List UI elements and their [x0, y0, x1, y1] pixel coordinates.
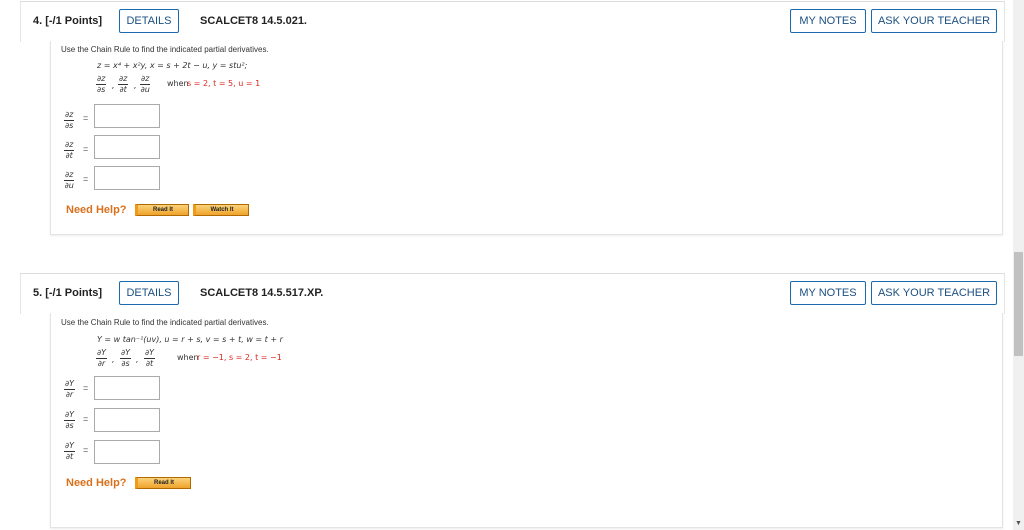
scroll-down-arrow-icon[interactable]: ▼ — [1015, 520, 1022, 527]
q5-read-it-button[interactable]: Read It — [135, 477, 191, 489]
q4-answer-dz-du[interactable] — [94, 166, 160, 190]
q4-read-it-button[interactable]: Read It — [135, 204, 189, 216]
q5-label-dY-ds: ∂Y ∂s — [64, 410, 76, 430]
q5-my-notes-button[interactable]: MY NOTES — [790, 281, 866, 305]
q4-target-dz-dt: ∂z ∂t — [118, 74, 129, 94]
q4-ask-teacher-button[interactable]: ASK YOUR TEACHER — [871, 9, 997, 33]
q5-number: 5. [-/1 Points] — [33, 287, 103, 299]
q4-body: Use the Chain Rule to find the indicated… — [50, 41, 1003, 235]
q4-answer-dz-dt[interactable] — [94, 135, 160, 159]
q4-watch-it-button[interactable]: Watch It — [193, 204, 249, 216]
q5-body: Use the Chain Rule to find the indicated… — [50, 313, 1003, 528]
q4-details-button[interactable]: DETAILS — [119, 9, 179, 33]
q4-target-dz-ds: ∂z ∂s — [96, 74, 107, 94]
q5-ask-teacher-button[interactable]: ASK YOUR TEACHER — [871, 281, 997, 305]
q5-target-dY-dt: ∂Y ∂t — [144, 348, 156, 368]
q5-instruction: Use the Chain Rule to find the indicated… — [61, 318, 269, 327]
page: 4. [-/1 Points] DETAILS SCALCET8 14.5.02… — [0, 0, 1013, 530]
q5-code: SCALCET8 14.5.517.XP. — [200, 287, 324, 299]
q5-need-help: Need Help? — [66, 477, 127, 489]
scrollbar-thumb[interactable] — [1014, 252, 1023, 356]
q5-answer-dY-dr[interactable] — [94, 376, 160, 400]
q4-need-help: Need Help? — [66, 204, 127, 216]
q5-answer-dY-dt[interactable] — [94, 440, 160, 464]
q5-target-dY-ds: ∂Y ∂s — [120, 348, 132, 368]
q5-label-dY-dr: ∂Y ∂r — [64, 379, 76, 399]
q5-header: 5. [-/1 Points] DETAILS SCALCET8 14.5.51… — [20, 273, 1005, 314]
q5-details-button[interactable]: DETAILS — [119, 281, 179, 305]
q4-target-dz-du: ∂z ∂u — [140, 74, 151, 94]
q5-label-dY-dt: ∂Y ∂t — [64, 441, 76, 461]
q4-my-notes-button[interactable]: MY NOTES — [790, 9, 866, 33]
q4-label-dz-du: ∂z ∂u — [64, 170, 75, 190]
q4-number: 4. [-/1 Points] — [33, 15, 103, 27]
q4-answer-dz-ds[interactable] — [94, 104, 160, 128]
q5-when-label: when — [177, 353, 199, 362]
q4-instruction: Use the Chain Rule to find the indicated… — [61, 45, 269, 54]
q5-equation: Y = w tan⁻¹(uv), u = r + s, v = s + t, w… — [97, 335, 283, 344]
q4-label-dz-ds: ∂z ∂s — [64, 110, 75, 130]
q4-equation: z = x⁴ + x²y, x = s + 2t − u, y = stu²; — [97, 61, 248, 70]
q4-header: 4. [-/1 Points] DETAILS SCALCET8 14.5.02… — [20, 1, 1005, 42]
q4-when-values: s = 2, t = 5, u = 1 — [187, 79, 261, 88]
q4-code: SCALCET8 14.5.021. — [200, 15, 307, 27]
q5-target-dY-dr: ∂Y ∂r — [96, 348, 108, 368]
q5-when-values: r = −1, s = 2, t = −1 — [197, 353, 282, 362]
q4-label-dz-dt: ∂z ∂t — [64, 140, 75, 160]
q4-when-label: when — [167, 79, 189, 88]
q5-answer-dY-ds[interactable] — [94, 408, 160, 432]
